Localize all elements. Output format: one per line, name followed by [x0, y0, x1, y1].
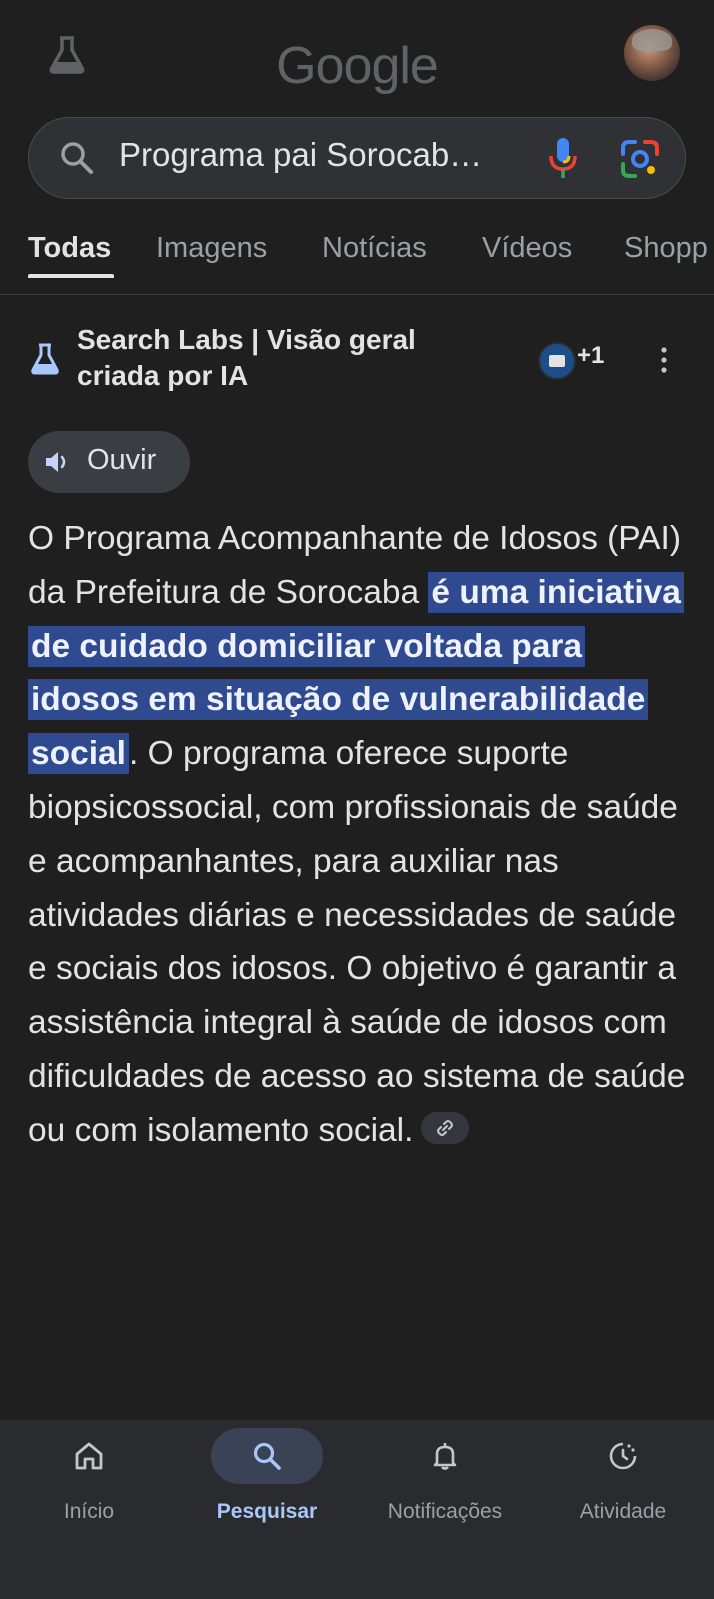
nav-notifications-label: Notificações	[387, 1500, 503, 1523]
listen-button[interactable]: Ouvir	[28, 431, 190, 493]
tab-images[interactable]: Imagens	[156, 232, 267, 265]
search-input[interactable]: Programa pai Sorocab…	[119, 136, 509, 174]
source-link-chip[interactable]	[421, 1111, 470, 1144]
ai-overview-text: O Programa Acompanhante de Idosos (PAI) …	[28, 512, 698, 1158]
search-icon	[61, 142, 93, 174]
tab-news[interactable]: Notícias	[322, 232, 427, 265]
listen-label: Ouvir	[87, 444, 157, 476]
tab-all[interactable]: Todas	[28, 232, 111, 265]
search-icon	[253, 1442, 281, 1470]
google-logo[interactable]: Google	[0, 36, 714, 96]
more-options-icon[interactable]	[658, 342, 670, 378]
ai-overview-header: Search Labs | Visão geral criada por IA …	[28, 322, 688, 402]
top-bar: Google	[0, 0, 714, 110]
overview-text-body: . O programa oferece suporte biopsicosso…	[28, 735, 686, 1149]
active-tab-indicator	[28, 274, 114, 278]
speaker-icon	[46, 452, 66, 472]
nav-activity-label: Atividade	[579, 1500, 667, 1523]
contributor-avatar[interactable]	[538, 342, 576, 380]
user-avatar[interactable]	[624, 25, 680, 81]
nav-notifications[interactable]: Notificações	[356, 1420, 534, 1550]
contributor-count[interactable]: +1	[577, 342, 604, 370]
nav-search-label: Pesquisar	[216, 1500, 318, 1523]
search-bar[interactable]: Programa pai Sorocab…	[28, 117, 686, 199]
tab-shopping[interactable]: Shopp	[624, 232, 708, 265]
nav-home[interactable]: Início	[0, 1420, 178, 1550]
link-icon	[437, 1119, 454, 1136]
ai-overview-title: Search Labs | Visão geral criada por IA	[77, 324, 416, 391]
lens-icon[interactable]	[619, 138, 661, 180]
search-tabs: Todas Imagens Notícias Vídeos Shopp	[0, 230, 714, 295]
nav-search[interactable]: Pesquisar	[178, 1420, 356, 1550]
home-icon	[75, 1442, 103, 1470]
bell-icon	[433, 1443, 457, 1470]
labs-flask-icon	[31, 343, 59, 375]
mic-icon[interactable]	[543, 136, 583, 180]
nav-home-label: Início	[63, 1500, 115, 1523]
tab-videos[interactable]: Vídeos	[482, 232, 572, 265]
activity-icon	[609, 1442, 637, 1470]
nav-activity[interactable]: Atividade	[534, 1420, 712, 1550]
bottom-navigation: Início Pesquisar Notificações Atividade	[0, 1420, 714, 1599]
